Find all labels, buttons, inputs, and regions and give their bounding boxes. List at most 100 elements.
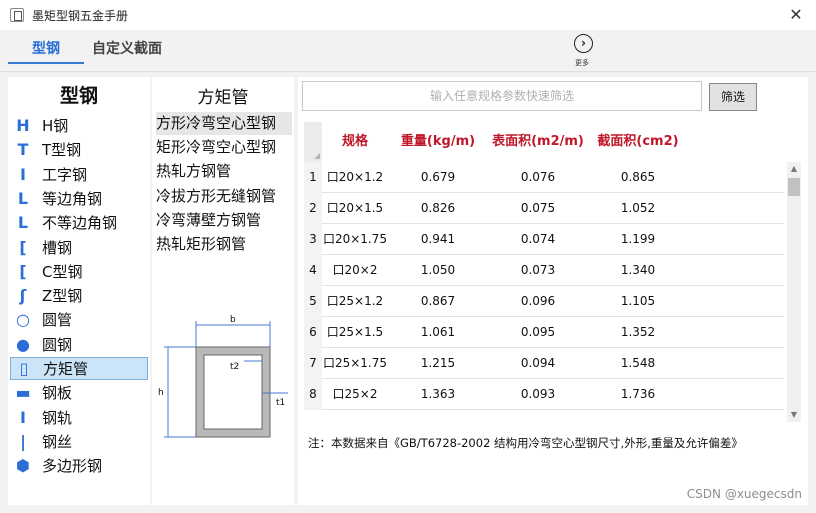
row-number[interactable]: 3 [304, 224, 322, 255]
cell-section-area[interactable]: 1.340 [588, 255, 688, 286]
cell-weight[interactable]: 0.679 [388, 162, 488, 193]
scroll-down-arrow-icon[interactable]: ▼ [787, 408, 801, 422]
cell-surface-area[interactable]: 0.074 [488, 224, 588, 255]
cell-surface-area[interactable]: 0.096 [488, 286, 588, 317]
table-row[interactable]: 6 口25×1.5 1.061 0.095 1.352 [304, 317, 784, 348]
steel-type-item[interactable]: L 等边角钢 [10, 187, 148, 210]
scroll-up-arrow-icon[interactable]: ▲ [787, 162, 801, 176]
cell-section-area[interactable]: 1.105 [588, 286, 688, 317]
table-scrollbar[interactable]: ▲ ▼ [787, 162, 801, 422]
cell-weight[interactable]: 0.941 [388, 224, 488, 255]
tab-steel-sections[interactable]: 型钢 [32, 38, 60, 58]
wire-icon: | [20, 431, 26, 451]
steel-type-item[interactable]: ● 圆钢 [10, 333, 148, 356]
steel-type-item[interactable]: [C型钢 [10, 260, 148, 283]
steel-type-label: 圆管 [42, 311, 73, 330]
steel-type-label: 圆钢 [42, 335, 73, 354]
subtype-item[interactable]: 矩形冷弯空心型钢 [156, 136, 292, 159]
more-label[interactable]: 更多 [575, 58, 589, 68]
row-number[interactable]: 1 [304, 162, 322, 193]
cell-section-area[interactable]: 1.736 [588, 379, 688, 410]
column-header-section-area[interactable]: 截面积(cm2) [588, 122, 688, 162]
chevron-right-circle-icon[interactable]: › [574, 34, 593, 53]
subtype-item[interactable]: 冷拔方形无缝钢管 [156, 185, 292, 208]
cell-weight[interactable]: 1.061 [388, 317, 488, 348]
cell-spec[interactable]: 口20×1.75 [322, 224, 388, 255]
subtype-item[interactable]: 热轧方钢管 [156, 160, 292, 183]
table-row[interactable]: 7 口25×1.75 1.215 0.094 1.548 [304, 348, 784, 379]
steel-type-item[interactable]: ▬ 钢板 [10, 381, 148, 404]
steel-type-label: 等边角钢 [42, 189, 103, 208]
i-beam-icon: I [20, 164, 26, 184]
steel-type-item[interactable]: ▯ 方矩管 [10, 357, 148, 380]
cell-spec[interactable]: 口20×1.2 [322, 162, 388, 193]
cell-surface-area[interactable]: 0.075 [488, 193, 588, 224]
steel-type-item[interactable]: I 工字钢 [10, 163, 148, 186]
cell-spec[interactable]: 口20×2 [322, 255, 388, 286]
row-number[interactable]: 5 [304, 286, 322, 317]
cell-spec[interactable]: 口25×1.5 [322, 317, 388, 348]
steel-type-label: 钢板 [42, 384, 73, 403]
dim-h-label: h [158, 388, 164, 398]
section-diagram: b h t2 t1 [158, 315, 288, 438]
steel-type-item[interactable]: ○ 圆管 [10, 308, 148, 331]
column-header-spec[interactable]: 规格 [322, 122, 388, 162]
search-input[interactable] [302, 81, 702, 111]
table-row[interactable]: 5 口25×1.2 0.867 0.096 1.105 [304, 286, 784, 317]
table-row[interactable]: 8 口25×2 1.363 0.093 1.736 [304, 379, 784, 410]
cell-spec[interactable]: 口20×1.5 [322, 193, 388, 224]
cell-section-area[interactable]: 1.199 [588, 224, 688, 255]
row-number[interactable]: 2 [304, 193, 322, 224]
cell-spec[interactable]: 口25×1.2 [322, 286, 388, 317]
row-number[interactable]: 7 [304, 348, 322, 379]
cell-weight[interactable]: 1.050 [388, 255, 488, 286]
cell-section-area[interactable]: 1.352 [588, 317, 688, 348]
table-row[interactable]: 4 口20×2 1.050 0.073 1.340 [304, 255, 784, 286]
subtype-item[interactable]: 冷弯薄壁方钢管 [156, 209, 292, 232]
tab-custom-section[interactable]: 自定义截面 [92, 38, 162, 58]
steel-type-item[interactable]: ʃ Z型钢 [10, 284, 148, 307]
cell-section-area[interactable]: 1.052 [588, 193, 688, 224]
column-header-surface-area[interactable]: 表面积(m2/m) [488, 122, 588, 162]
table-corner[interactable] [304, 122, 322, 162]
cell-weight[interactable]: 1.363 [388, 379, 488, 410]
steel-type-item[interactable]: T T型钢 [10, 138, 148, 161]
row-number[interactable]: 4 [304, 255, 322, 286]
table-row[interactable]: 1 口20×1.2 0.679 0.076 0.865 [304, 162, 784, 193]
cell-weight[interactable]: 0.826 [388, 193, 488, 224]
steel-type-item[interactable]: I 钢轨 [10, 406, 148, 429]
steel-type-list: 型钢 H H钢 T T型钢 I 工字钢 L 等边角钢 L 不等边角钢 [槽钢 [C型钢 ʃ Z型钢 ○ 圆管 ●… [8, 77, 150, 505]
subtype-item[interactable]: 热轧矩形钢管 [156, 233, 292, 256]
cell-weight[interactable]: 1.215 [388, 348, 488, 379]
scroll-thumb[interactable] [788, 178, 800, 196]
steel-type-item[interactable]: ⬢ 多边形钢 [10, 454, 148, 477]
data-source-note: 注：本数据来自《GB/T6728-2002 结构用冷弯空心型钢尺寸,外形,重量及… [308, 436, 743, 450]
table-row[interactable]: 2 口20×1.5 0.826 0.075 1.052 [304, 193, 784, 224]
column-header-weight[interactable]: 重量(kg/m) [388, 122, 488, 162]
row-number[interactable]: 6 [304, 317, 322, 348]
cell-section-area[interactable]: 1.548 [588, 348, 688, 379]
cell-surface-area[interactable]: 0.093 [488, 379, 588, 410]
cell-spec[interactable]: 口25×2 [322, 379, 388, 410]
window-title: 墨矩型钢五金手册 [32, 8, 129, 23]
steel-type-label: 钢轨 [42, 408, 73, 427]
cell-surface-area[interactable]: 0.095 [488, 317, 588, 348]
cell-weight[interactable]: 0.867 [388, 286, 488, 317]
close-button[interactable]: ✕ [786, 5, 806, 25]
table-row[interactable]: 3 口20×1.75 0.941 0.074 1.199 [304, 224, 784, 255]
steel-type-item[interactable]: H H钢 [10, 114, 148, 137]
filter-button[interactable]: 筛选 [709, 83, 757, 111]
steel-type-item[interactable]: [槽钢 [10, 236, 148, 259]
cell-surface-area[interactable]: 0.073 [488, 255, 588, 286]
cell-spec[interactable]: 口25×1.75 [322, 348, 388, 379]
steel-type-item[interactable]: | 钢丝 [10, 430, 148, 453]
cell-surface-area[interactable]: 0.076 [488, 162, 588, 193]
rect-tube-icon: ▯ [19, 359, 29, 378]
h-beam-icon: H [16, 116, 30, 135]
steel-type-item[interactable]: L 不等边角钢 [10, 211, 148, 234]
row-number[interactable]: 8 [304, 379, 322, 410]
cell-surface-area[interactable]: 0.094 [488, 348, 588, 379]
cell-section-area[interactable]: 0.865 [588, 162, 688, 193]
steel-type-label: 槽钢 [42, 238, 73, 257]
subtype-item[interactable]: 方形冷弯空心型钢 [156, 112, 292, 135]
